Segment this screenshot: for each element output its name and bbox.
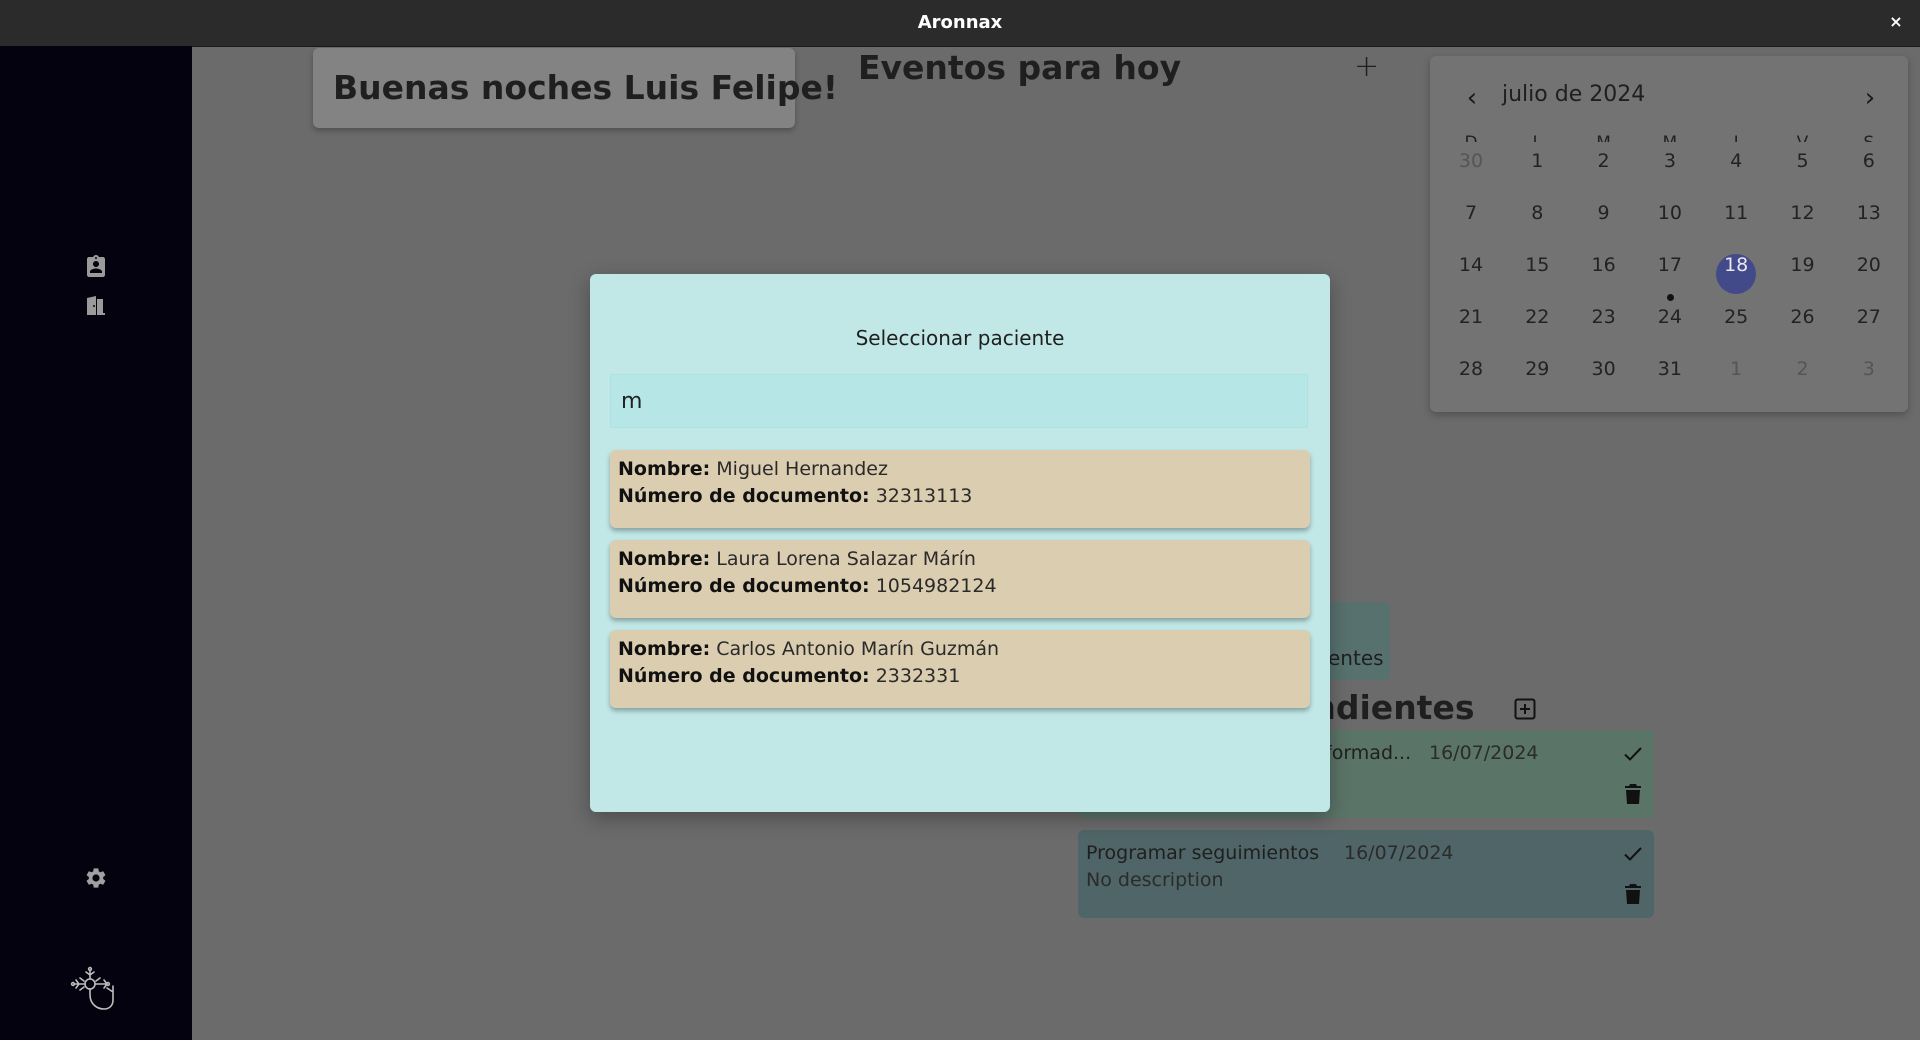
events-title: Eventos para hoy	[858, 48, 1182, 87]
weekday-label: S	[1836, 130, 1902, 142]
calendar: ‹ julio de 2024 › DLMMJVS301234567891011…	[1430, 56, 1908, 412]
patient-search-input[interactable]	[610, 374, 1308, 428]
calendar-day[interactable]: 27	[1849, 306, 1889, 346]
chevron-left-icon[interactable]: ‹	[1462, 85, 1482, 111]
calendar-day[interactable]: 14	[1451, 254, 1491, 294]
calendar-day[interactable]: 2	[1584, 150, 1624, 190]
event-dot	[1666, 294, 1674, 301]
calendar-day[interactable]: 6	[1849, 150, 1889, 190]
calendar-day[interactable]: 16	[1584, 254, 1624, 294]
patient-document: 1054982124	[875, 575, 997, 597]
calendar-day[interactable]: 3	[1849, 358, 1889, 398]
add-event-button[interactable]: +	[1354, 52, 1379, 82]
add-square-icon[interactable]	[1514, 698, 1536, 720]
gear-icon[interactable]	[84, 866, 108, 890]
patient-name-line: Nombre: Miguel Hernandez	[618, 458, 888, 480]
title-bar: Aronnax ×	[0, 0, 1920, 47]
patient-card[interactable]: Nombre: Carlos Antonio Marín Guzmán Núme…	[610, 630, 1310, 708]
calendar-day[interactable]: 18	[1716, 254, 1757, 294]
check-icon[interactable]	[1622, 743, 1644, 765]
trash-icon[interactable]	[1624, 783, 1642, 805]
task-title: formad...	[1325, 742, 1412, 764]
app-title: Aronnax	[917, 12, 1003, 33]
calendar-day[interactable]: 9	[1584, 202, 1624, 242]
calendar-day[interactable]: 1	[1517, 150, 1557, 190]
calendar-day[interactable]: 17	[1650, 254, 1690, 294]
calendar-day[interactable]: 20	[1849, 254, 1889, 294]
calendar-day[interactable]: 29	[1517, 358, 1557, 398]
calendar-day[interactable]: 25	[1716, 306, 1756, 346]
chevron-right-icon[interactable]: ›	[1860, 85, 1880, 111]
close-button[interactable]: ×	[1884, 10, 1908, 34]
doc-label: Número de documento:	[618, 485, 870, 507]
modal-title: Seleccionar paciente	[855, 326, 1065, 350]
calendar-day[interactable]: 21	[1451, 306, 1491, 346]
greeting-card: Buenas noches Luis Felipe!	[313, 48, 838, 128]
name-label: Nombre:	[618, 548, 711, 570]
weekday-label: J	[1703, 130, 1769, 142]
door-icon[interactable]	[84, 294, 108, 318]
select-patient-modal: Seleccionar paciente Nombre: Miguel Hern…	[590, 274, 1330, 812]
task-date: 16/07/2024	[1344, 842, 1454, 864]
patient-name-line: Nombre: Carlos Antonio Marín Guzmán	[618, 638, 999, 660]
calendar-day[interactable]: 13	[1849, 202, 1889, 242]
weekday-label: M	[1571, 130, 1637, 142]
calendar-day[interactable]: 12	[1783, 202, 1823, 242]
calendar-day[interactable]: 4	[1716, 150, 1756, 190]
doc-label: Número de documento:	[618, 665, 870, 687]
calendar-day[interactable]: 28	[1451, 358, 1491, 398]
sidebar	[0, 46, 192, 1040]
patient-name-line: Nombre: Laura Lorena Salazar Márín	[618, 548, 976, 570]
task-description: No description	[1086, 869, 1224, 891]
greeting-text: Buenas noches Luis Felipe!	[333, 68, 838, 107]
patient-doc-line: Número de documento: 32313113	[618, 485, 972, 507]
calendar-day[interactable]: 1	[1716, 358, 1756, 398]
name-label: Nombre:	[618, 638, 711, 660]
patient-card[interactable]: Nombre: Laura Lorena Salazar Márín Númer…	[610, 540, 1310, 618]
calendar-day[interactable]: 8	[1517, 202, 1557, 242]
calendar-day[interactable]: 30	[1451, 150, 1491, 190]
patient-name: Miguel Hernandez	[716, 458, 888, 480]
check-icon[interactable]	[1622, 843, 1644, 865]
calendar-day[interactable]: 5	[1783, 150, 1823, 190]
calendar-day[interactable]: 2	[1783, 358, 1823, 398]
calendar-day[interactable]: 19	[1783, 254, 1823, 294]
trash-icon[interactable]	[1624, 883, 1642, 905]
doc-label: Número de documento:	[618, 575, 870, 597]
patient-document: 32313113	[875, 485, 973, 507]
calendar-day[interactable]: 11	[1716, 202, 1756, 242]
patient-doc-line: Número de documento: 2332331	[618, 665, 960, 687]
weekday-label: L	[1504, 130, 1570, 142]
calendar-day[interactable]: 26	[1783, 306, 1823, 346]
calendar-day[interactable]: 7	[1451, 202, 1491, 242]
task-date: 16/07/2024	[1429, 742, 1539, 764]
weekday-label: M	[1637, 130, 1703, 142]
calendar-day[interactable]: 30	[1584, 358, 1624, 398]
calendar-day[interactable]: 15	[1517, 254, 1557, 294]
patient-name: Laura Lorena Salazar Márín	[716, 548, 976, 570]
task-title: Programar seguimientos	[1086, 842, 1320, 864]
calendar-day[interactable]: 23	[1584, 306, 1624, 346]
weekday-label: V	[1770, 130, 1836, 142]
patient-card[interactable]: Nombre: Miguel Hernandez Número de docum…	[610, 450, 1310, 528]
task-card: Programar seguimientos 16/07/2024 No des…	[1078, 830, 1654, 918]
weekday-label: D	[1438, 130, 1504, 142]
patient-document: 2332331	[875, 665, 961, 687]
calendar-day[interactable]: 10	[1650, 202, 1690, 242]
calendar-day[interactable]: 3	[1650, 150, 1690, 190]
calendar-day[interactable]: 24	[1650, 306, 1690, 346]
calendar-day[interactable]: 22	[1517, 306, 1557, 346]
neuron-logo-icon	[70, 966, 122, 1018]
partial-card-text: entes	[1328, 646, 1384, 670]
clipboard-icon[interactable]	[84, 254, 108, 278]
calendar-day[interactable]: 31	[1650, 358, 1690, 398]
calendar-month-label: julio de 2024	[1502, 82, 1646, 107]
patient-doc-line: Número de documento: 1054982124	[618, 575, 997, 597]
name-label: Nombre:	[618, 458, 711, 480]
patient-name: Carlos Antonio Marín Guzmán	[716, 638, 1000, 660]
